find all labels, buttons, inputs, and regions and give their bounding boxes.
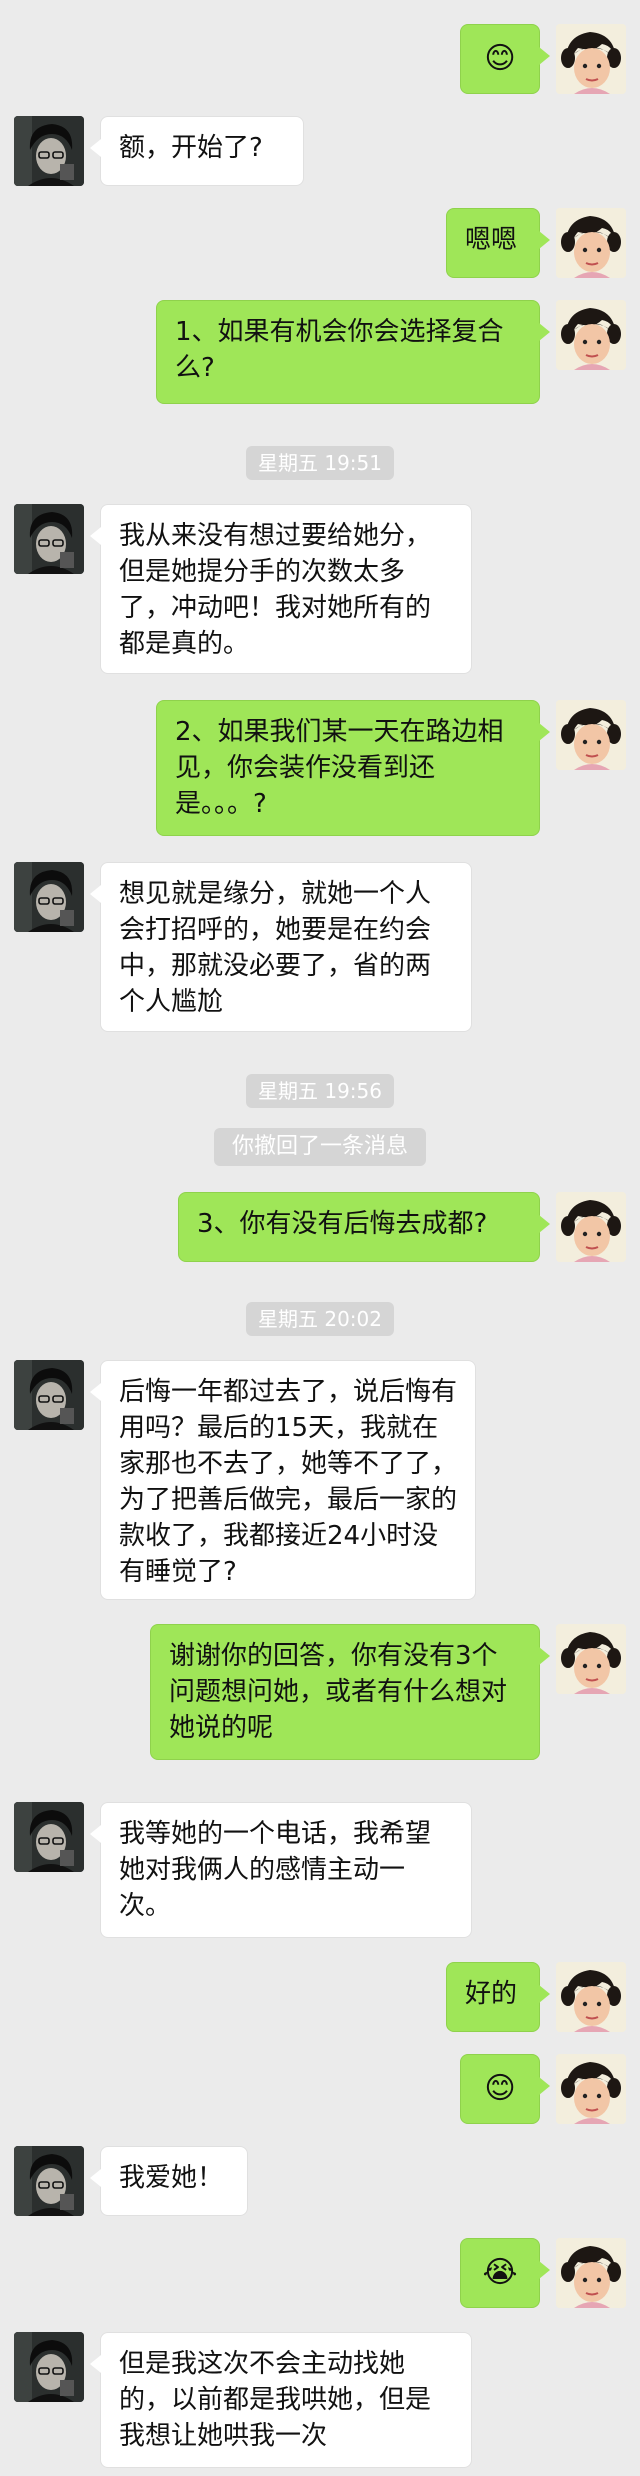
contact-avatar[interactable]	[14, 2332, 84, 2402]
my-avatar[interactable]	[556, 208, 626, 278]
crying-emoji-icon: 😭	[482, 2255, 518, 2290]
my-avatar[interactable]	[556, 2238, 626, 2308]
contact-avatar[interactable]	[14, 862, 84, 932]
message-bubble[interactable]: 谢谢你的回答，你有没有3个问题想问她，或者有什么想对她说的呢	[150, 1624, 550, 1760]
message-bubble[interactable]: 后悔一年都过去了，说后悔有用吗？最后的15天，我就在家那也不去了，她等不了了，为…	[90, 1360, 476, 1600]
message-text: 后悔一年都过去了，说后悔有用吗？最后的15天，我就在家那也不去了，她等不了了，为…	[119, 1377, 458, 1587]
message-bubble[interactable]: 😊	[460, 24, 550, 94]
my-avatar[interactable]	[556, 1962, 626, 2032]
message-text: 好的	[465, 1979, 518, 2009]
contact-avatar[interactable]	[14, 2146, 84, 2216]
message-text: 想见就是缘分，就她一个人会打招呼的，她要是在约会中，那就没必要了，省的两个人尴尬	[119, 879, 432, 1017]
contact-avatar[interactable]	[14, 504, 84, 574]
message-text: 我等她的一个电话，我希望她对我俩人的感情主动一次。	[119, 1819, 432, 1921]
message-bubble[interactable]: 3、你有没有后悔去成都?	[178, 1192, 550, 1262]
message-bubble[interactable]: 2、如果我们某一天在路边相见，你会装作没看到还是。。。?	[156, 700, 550, 836]
smile-emoji-icon: 😊	[484, 41, 516, 76]
message-bubble[interactable]: 但是我这次不会主动找她的，以前都是我哄她，但是我想让她哄我一次	[90, 2332, 472, 2468]
message-bubble[interactable]: 😊	[460, 2054, 550, 2124]
message-text: 我爱她！	[119, 2163, 224, 2193]
timestamp: 星期五 20:02	[246, 1302, 394, 1336]
chat-window[interactable]: 😊 额，开始了? 嗯嗯 1、如果有机会你会选择复合么? 星期五 19:51 我从…	[0, 0, 640, 2476]
message-bubble[interactable]: 我从来没有想过要给她分，但是她提分手的次数太多了，冲动吧！我对她所有的都是真的。	[90, 504, 472, 674]
contact-avatar[interactable]	[14, 116, 84, 186]
message-bubble[interactable]: 我等她的一个电话，我希望她对我俩人的感情主动一次。	[90, 1802, 472, 1938]
message-bubble[interactable]: 1、如果有机会你会选择复合么?	[156, 300, 550, 404]
message-text: 3、你有没有后悔去成都?	[197, 1209, 488, 1239]
timestamp: 星期五 19:51	[246, 446, 394, 480]
my-avatar[interactable]	[556, 1192, 626, 1262]
message-bubble[interactable]: 😭	[460, 2238, 550, 2308]
timestamp: 星期五 19:56	[246, 1074, 394, 1108]
my-avatar[interactable]	[556, 300, 626, 370]
message-text: 我从来没有想过要给她分，但是她提分手的次数太多了，冲动吧！我对她所有的都是真的。	[119, 521, 432, 659]
my-avatar[interactable]	[556, 1624, 626, 1694]
message-text: 额，开始了?	[119, 133, 263, 163]
message-text: 2、如果我们某一天在路边相见，你会装作没看到还是。。。?	[175, 717, 504, 819]
message-bubble[interactable]: 嗯嗯	[446, 208, 550, 278]
my-avatar[interactable]	[556, 2054, 626, 2124]
contact-avatar[interactable]	[14, 1802, 84, 1872]
my-avatar[interactable]	[556, 24, 626, 94]
message-text: 谢谢你的回答，你有没有3个问题想问她，或者有什么想对她说的呢	[169, 1641, 508, 1743]
message-text: 但是我这次不会主动找她的，以前都是我哄她，但是我想让她哄我一次	[119, 2349, 432, 2451]
smile-emoji-icon: 😊	[484, 2071, 516, 2106]
message-bubble[interactable]: 额，开始了?	[90, 116, 304, 186]
my-avatar[interactable]	[556, 700, 626, 770]
recall-notice: 你撤回了一条消息	[213, 1128, 427, 1166]
message-bubble[interactable]: 想见就是缘分，就她一个人会打招呼的，她要是在约会中，那就没必要了，省的两个人尴尬	[90, 862, 472, 1032]
message-text: 1、如果有机会你会选择复合么?	[175, 317, 504, 383]
contact-avatar[interactable]	[14, 1360, 84, 1430]
message-text: 嗯嗯	[465, 225, 518, 255]
message-bubble[interactable]: 我爱她！	[90, 2146, 248, 2216]
message-bubble[interactable]: 好的	[446, 1962, 550, 2032]
